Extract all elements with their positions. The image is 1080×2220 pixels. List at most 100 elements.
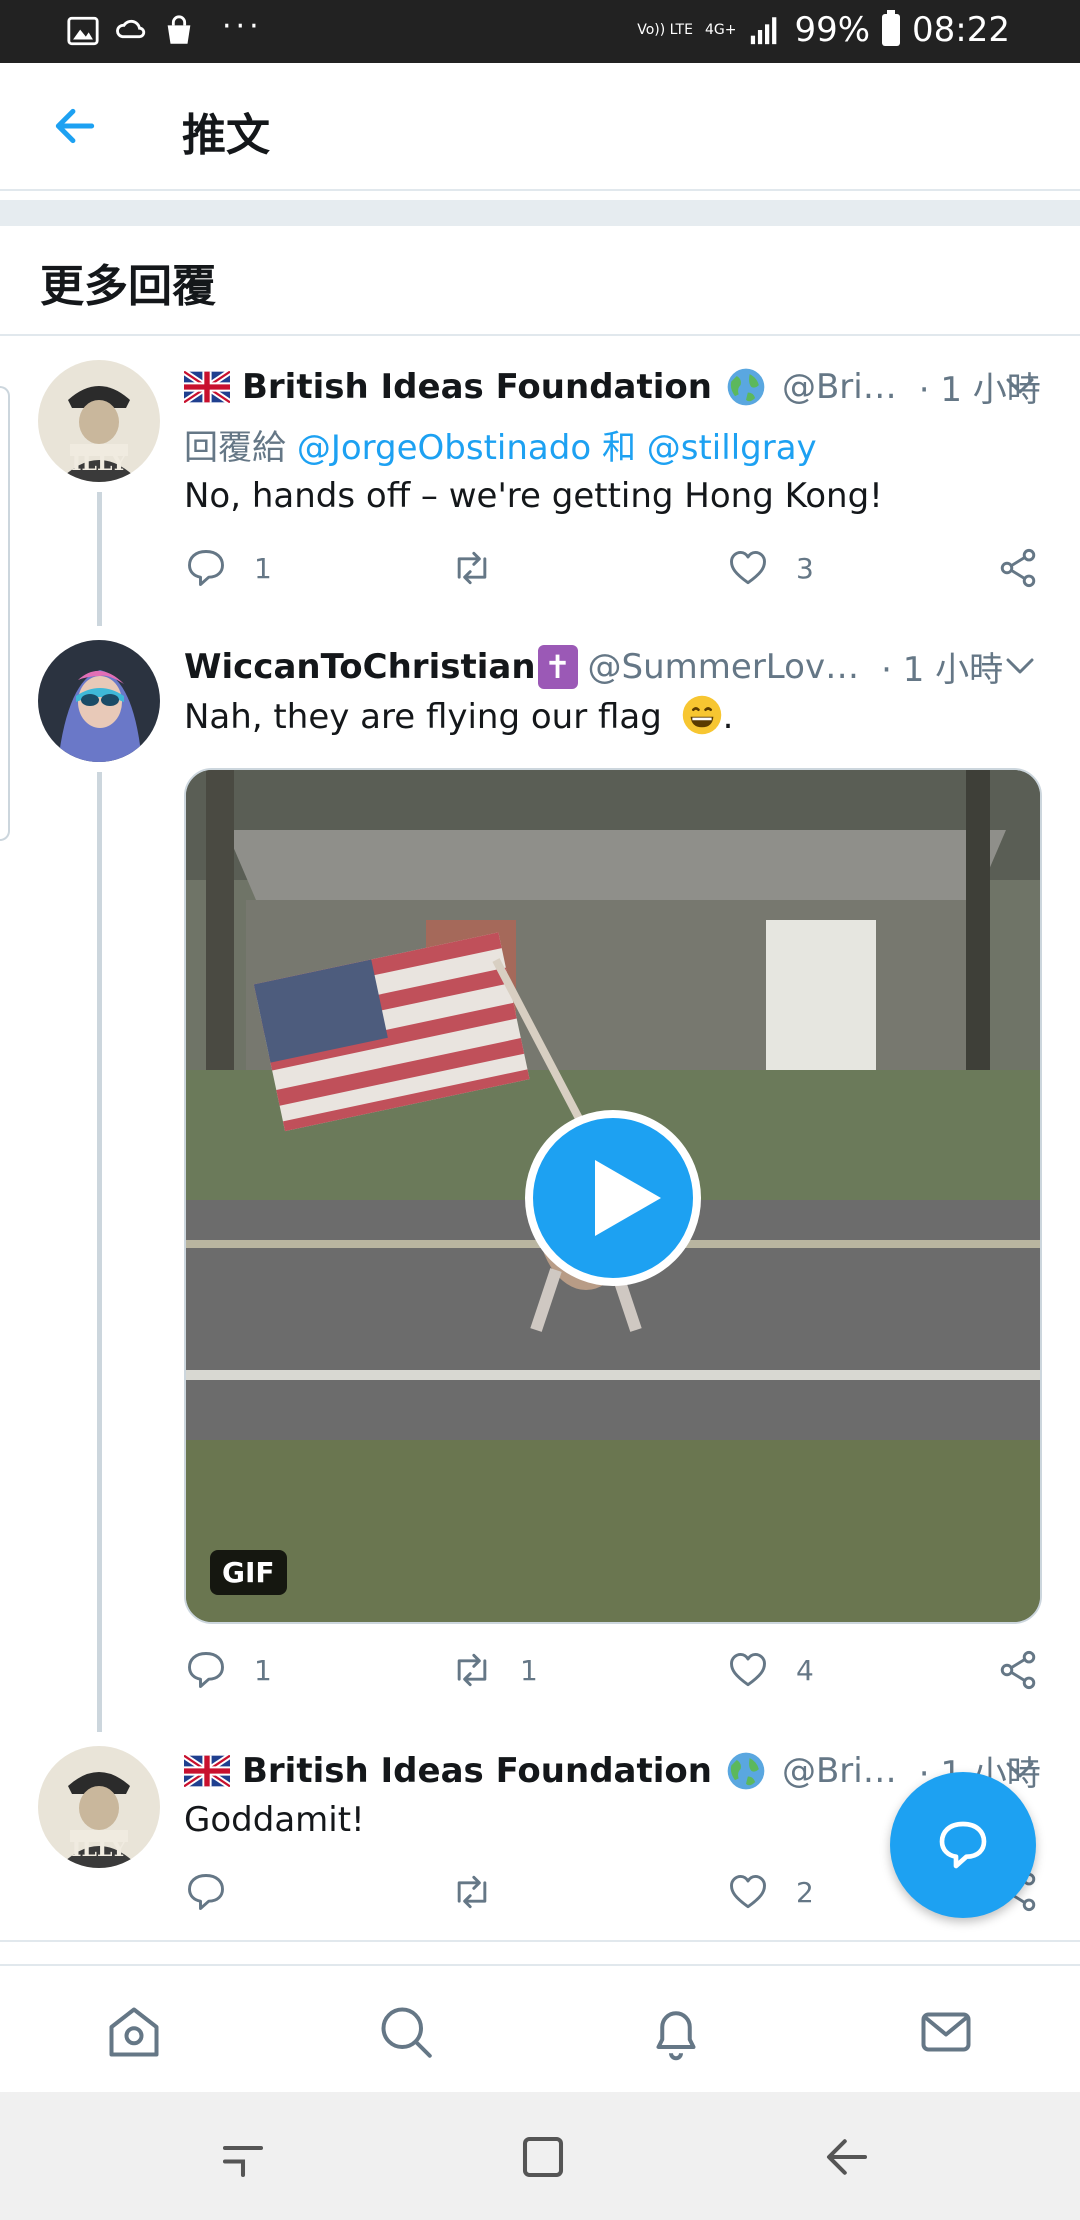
tweet-header: British Ideas Foundation @Bri… · 1 小時 <box>184 362 1041 411</box>
nav-messages[interactable] <box>916 2002 976 2062</box>
avatar[interactable] <box>38 640 160 762</box>
status-left-icons: ··· <box>66 9 263 48</box>
battery-icon <box>882 10 901 46</box>
display-name[interactable]: British Ideas Foundation <box>242 367 712 407</box>
handle[interactable]: @Bri… <box>782 1751 897 1791</box>
battery-percent: 99% <box>794 10 871 50</box>
retweet-button[interactable] <box>450 1870 520 1914</box>
uk-flag-icon <box>184 370 230 403</box>
heart-icon <box>730 1874 766 1909</box>
gallery-icon <box>67 16 99 46</box>
globe-icon <box>727 368 765 405</box>
like-button[interactable]: 2 <box>726 1870 814 1914</box>
scroll-edge-indicator <box>0 386 10 841</box>
search-icon <box>381 2007 432 2058</box>
retweet-count: 1 <box>520 1653 538 1687</box>
recent-apps-button[interactable] <box>216 2130 270 2184</box>
divider <box>0 334 1080 336</box>
tweet-text: Nah, they are flying our flag . <box>184 694 733 737</box>
bell-icon <box>656 2011 696 2061</box>
sync-cloud-icon <box>116 19 146 39</box>
retweet-icon <box>457 1875 487 1909</box>
svg-text:ILLY: ILLY <box>71 450 127 476</box>
volte-icon: Vo)) LTE <box>637 22 693 38</box>
nav-home[interactable] <box>104 2002 164 2062</box>
home-icon <box>109 2007 159 2057</box>
gif-media[interactable]: GIF <box>184 768 1042 1624</box>
compose-reply-button[interactable] <box>890 1772 1036 1918</box>
heart-icon <box>730 1652 766 1687</box>
svg-text:ILLY: ILLY <box>71 1836 127 1862</box>
handle[interactable]: @SummerLov… <box>588 647 860 687</box>
reply-icon <box>188 1874 224 1910</box>
system-navigation-bar <box>0 2092 1080 2220</box>
display-name[interactable]: British Ideas Foundation <box>242 1751 712 1791</box>
thread-line <box>97 492 102 626</box>
like-count: 3 <box>796 551 814 585</box>
handle[interactable]: @Bri… <box>782 367 897 407</box>
section-title: 更多回覆 <box>40 261 216 312</box>
chevron-down-icon[interactable] <box>1002 1752 1038 1788</box>
nav-search[interactable] <box>376 2002 436 2062</box>
recent-apps-icon <box>222 2145 264 2178</box>
square-icon <box>522 2136 564 2178</box>
tweet-text: No, hands off – we're getting Hong Kong! <box>184 476 883 516</box>
home-button[interactable] <box>516 2130 570 2184</box>
mention-link[interactable]: @stillgray <box>647 428 817 468</box>
avatar[interactable]: ILLY <box>38 1746 160 1868</box>
reply-button[interactable]: 1 <box>184 1648 272 1692</box>
mention-link[interactable]: @JorgeObstinado <box>297 428 591 468</box>
status-right: Vo)) LTE 4G+ 99% 08:22 <box>637 10 1010 50</box>
grinning-emoji-icon <box>682 695 721 735</box>
like-button[interactable]: 4 <box>726 1648 814 1692</box>
share-icon <box>1000 548 1036 588</box>
play-button[interactable] <box>525 1110 701 1286</box>
signal-icon <box>751 17 777 45</box>
divider-band <box>0 200 1080 226</box>
reply-prefix: 回覆給 <box>184 428 286 468</box>
heart-icon <box>730 550 766 585</box>
top-app-bar: 推文 <box>0 63 1080 191</box>
back-arrow-icon[interactable] <box>50 101 100 151</box>
divider <box>0 1940 1080 1942</box>
like-button[interactable]: 3 <box>726 546 814 590</box>
tweet-text: Goddamit! <box>184 1800 365 1840</box>
clock: 08:22 <box>912 10 1010 50</box>
retweet-icon <box>457 1653 487 1687</box>
tweet-actions: 1 1 4 <box>184 1648 1044 1698</box>
chevron-down-icon[interactable] <box>1002 648 1038 684</box>
avatar[interactable]: ILLY <box>38 360 160 482</box>
chevron-down-icon[interactable] <box>1002 368 1038 404</box>
reply-count: 1 <box>254 1653 272 1687</box>
network-type: 4G+ <box>704 22 737 38</box>
like-count: 2 <box>796 1875 814 1909</box>
mail-icon <box>921 2012 971 2052</box>
reply-button[interactable] <box>184 1870 254 1914</box>
gif-badge: GIF <box>210 1550 287 1595</box>
display-name[interactable]: WiccanToChristian <box>184 647 536 687</box>
thread-line <box>97 772 102 1732</box>
share-button[interactable] <box>996 546 1040 590</box>
back-icon <box>826 2139 868 2175</box>
tweet-text-end: . <box>722 697 734 737</box>
more-notifications-icon: ··· <box>222 8 263 44</box>
reply-icon <box>188 550 224 586</box>
like-count: 4 <box>796 1653 814 1687</box>
share-button[interactable] <box>996 1648 1040 1692</box>
latin-cross-icon: ✝ <box>537 644 578 689</box>
shopping-bag-icon <box>167 15 191 44</box>
retweet-button[interactable]: 1 <box>450 1648 538 1692</box>
retweet-button[interactable] <box>450 546 520 590</box>
status-bar: ··· Vo)) LTE 4G+ 99% 08:22 <box>0 0 1080 63</box>
reply-button[interactable]: 1 <box>184 546 272 590</box>
retweet-icon <box>457 551 487 585</box>
globe-icon <box>727 1752 765 1789</box>
bottom-navigation <box>0 1964 1080 2092</box>
reply-icon <box>188 1652 224 1688</box>
tweet-header: WiccanToChristian ✝ @SummerLov… · 1 小時 <box>184 642 1003 691</box>
back-button[interactable] <box>820 2130 874 2184</box>
tweet-actions: 1 3 <box>184 546 1044 596</box>
nav-notifications[interactable] <box>646 2002 706 2062</box>
reply-context: 回覆給 @JorgeObstinado 和 @stillgray <box>184 420 817 469</box>
share-icon <box>1000 1650 1036 1690</box>
